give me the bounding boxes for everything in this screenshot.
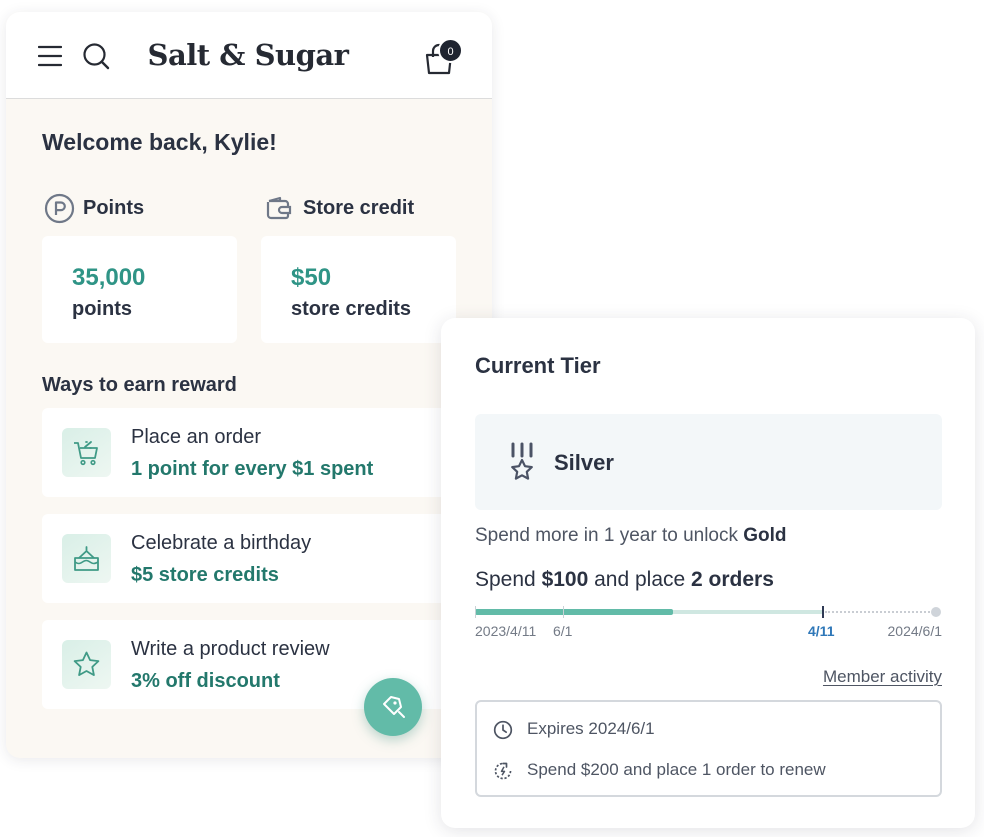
- progress-start-tick: [475, 606, 476, 618]
- points-value: 35,000: [72, 264, 146, 291]
- progress-mid-label: 6/1: [553, 623, 573, 639]
- tier-progress-bar: [475, 606, 942, 618]
- progress-end-label: 2024/6/1: [887, 623, 943, 639]
- member-activity-link[interactable]: Member activity: [823, 667, 942, 687]
- next-tier-name: Gold: [743, 525, 787, 546]
- progress-today-label: 4/11: [808, 623, 835, 639]
- points-label: Points: [83, 197, 145, 219]
- brand-logo[interactable]: Salt & Sugar: [132, 38, 364, 72]
- renew-text: Spend $200 and place 1 order to renew: [527, 760, 826, 779]
- clock-icon: [493, 720, 513, 740]
- earn-item-name: Celebrate a birthday: [131, 532, 312, 554]
- earn-item-name: Write a product review: [131, 638, 330, 660]
- welcome-heading: Welcome back, Kylie!: [42, 129, 277, 155]
- spend-amount: $100: [541, 568, 589, 591]
- earn-item-icon-box: [62, 428, 111, 477]
- progress-remaining: [825, 611, 937, 613]
- spend-requirement: Spend $100 and place 2 orders: [475, 568, 774, 592]
- progress-fill: [475, 609, 673, 615]
- loyalty-app-panel: Salt & Sugar 0 Welcome back, Kylie! Poin…: [6, 12, 492, 758]
- tier-title: Current Tier: [475, 353, 601, 378]
- spend-text: Spend: [475, 568, 542, 591]
- earn-item-reward: 3% off discount: [131, 670, 280, 692]
- cake-icon: [74, 546, 99, 571]
- earn-item-place-order[interactable]: Place an order 1 point for every $1 spen…: [42, 408, 492, 497]
- earn-item-review[interactable]: Write a product review 3% off discount: [42, 620, 492, 709]
- store-credit-card: $50 store credits: [261, 236, 456, 343]
- earn-item-reward: 1 point for every $1 spent: [131, 458, 374, 480]
- search-icon[interactable]: [82, 42, 110, 70]
- rewards-launcher-button[interactable]: [364, 678, 422, 736]
- earn-item-reward: $5 store credits: [131, 564, 279, 586]
- tier-name: Silver: [554, 450, 614, 475]
- app-header: Salt & Sugar 0: [6, 12, 492, 99]
- medal-icon: [511, 442, 533, 480]
- unlock-message: Spend more in 1 year to unlock Gold: [475, 525, 787, 547]
- earn-item-name: Place an order: [131, 426, 262, 448]
- unlock-text: Spend more in 1 year to unlock: [475, 525, 744, 546]
- renew-icon: [494, 762, 512, 780]
- star-icon: [73, 651, 100, 676]
- rewards-tag-icon: [383, 696, 405, 718]
- store-credit-unit: store credits: [291, 298, 412, 320]
- spend-text: and place: [588, 568, 692, 591]
- earn-item-icon-box: [62, 640, 111, 689]
- tier-badge: Silver: [475, 414, 942, 510]
- earn-item-icon-box: [62, 534, 111, 583]
- cart-count-badge: 0: [438, 38, 463, 63]
- points-card: 35,000 points: [42, 236, 237, 343]
- earn-section-title: Ways to earn reward: [42, 374, 237, 396]
- menu-icon[interactable]: [38, 45, 62, 67]
- progress-end-dot: [931, 607, 941, 617]
- points-unit: points: [72, 298, 132, 320]
- progress-start-label: 2023/4/11: [475, 623, 537, 639]
- current-tier-panel: Current Tier Silver Spend more in 1 year…: [441, 318, 975, 828]
- store-credit-label: Store credit: [303, 197, 415, 219]
- cart-icon: [74, 441, 98, 466]
- expiry-text: Expires 2024/6/1: [527, 719, 655, 738]
- tier-info-box: Expires 2024/6/1 Spend $200 and place 1 …: [475, 700, 942, 797]
- progress-today-marker: [822, 606, 824, 618]
- wallet-icon: [266, 196, 292, 220]
- earn-item-birthday[interactable]: Celebrate a birthday $5 store credits: [42, 514, 492, 603]
- store-credit-value: $50: [291, 264, 332, 291]
- points-icon: [44, 193, 75, 224]
- progress-mid-tick: [563, 606, 564, 618]
- orders-required: 2 orders: [691, 568, 774, 591]
